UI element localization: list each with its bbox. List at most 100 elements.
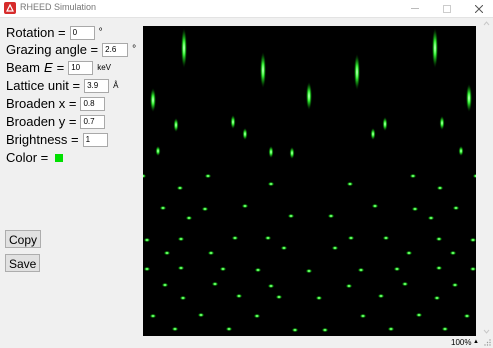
diffraction-spot bbox=[197, 312, 205, 318]
diffraction-spot bbox=[469, 237, 476, 243]
color-swatch[interactable] bbox=[55, 153, 64, 162]
save-button[interactable]: Save bbox=[5, 254, 41, 272]
scrollbar-track bbox=[483, 21, 490, 334]
diffraction-spot bbox=[439, 116, 445, 130]
diffraction-spot bbox=[371, 203, 379, 209]
diffraction-spot bbox=[264, 235, 272, 241]
broaden-y-input[interactable] bbox=[80, 114, 106, 129]
minimize-icon bbox=[411, 7, 419, 9]
close-button[interactable] bbox=[468, 0, 490, 17]
diffraction-spot bbox=[204, 173, 212, 179]
diffraction-spot bbox=[321, 327, 329, 333]
diffraction-spots bbox=[143, 28, 476, 333]
diffraction-spot bbox=[377, 293, 385, 299]
diffraction-spot bbox=[231, 235, 239, 241]
diffraction-spot bbox=[163, 250, 171, 256]
vertical-scrollbar[interactable] bbox=[480, 17, 493, 338]
diffraction-spot bbox=[143, 173, 147, 179]
rotation-unit: ° bbox=[98, 27, 103, 38]
diffraction-spot bbox=[451, 282, 459, 288]
beam-energy-input[interactable] bbox=[68, 60, 94, 75]
brightness-label: Brightness = bbox=[6, 132, 79, 147]
diffraction-spot bbox=[306, 82, 312, 110]
diffraction-spot bbox=[441, 326, 449, 332]
diffraction-spot bbox=[393, 266, 401, 272]
diffraction-spot bbox=[458, 146, 464, 156]
brightness-input[interactable] bbox=[82, 132, 108, 147]
diffraction-spot bbox=[150, 88, 156, 112]
diffraction-spot bbox=[143, 237, 151, 243]
diffraction-spot bbox=[201, 206, 209, 212]
diffraction-spot bbox=[435, 265, 443, 271]
diffraction-spot bbox=[235, 293, 243, 299]
scroll-up-icon bbox=[483, 21, 490, 26]
scroll-down-icon bbox=[483, 329, 490, 334]
rotation-label: Rotation = bbox=[6, 25, 66, 40]
diffraction-spot bbox=[149, 313, 157, 319]
diffraction-spot bbox=[275, 294, 283, 300]
diffraction-spot bbox=[241, 203, 249, 209]
diffraction-spot bbox=[173, 118, 179, 132]
diffraction-spot bbox=[382, 235, 390, 241]
diffraction-spot bbox=[315, 295, 323, 301]
diffraction-spot bbox=[291, 327, 299, 333]
diffraction-spot bbox=[432, 28, 438, 68]
rheed-pattern bbox=[143, 28, 476, 333]
diffraction-spot bbox=[387, 326, 395, 332]
zoom-dropdown-icon[interactable]: ▲ bbox=[473, 339, 479, 345]
diffraction-spot bbox=[171, 326, 179, 332]
diffraction-spot bbox=[177, 236, 185, 242]
diffraction-spot bbox=[253, 313, 261, 319]
minimize-button[interactable] bbox=[404, 0, 426, 17]
color-row: Color = bbox=[6, 150, 64, 165]
diffraction-spot bbox=[472, 173, 476, 179]
diffraction-spot bbox=[345, 283, 353, 289]
grazing-angle-input[interactable] bbox=[102, 42, 129, 57]
diffraction-spot bbox=[159, 205, 167, 211]
broaden-x-row: Broaden x = bbox=[6, 96, 106, 111]
grazing-angle-unit: ° bbox=[132, 44, 137, 55]
diffraction-spot bbox=[436, 185, 444, 191]
diffraction-spot bbox=[359, 313, 367, 319]
rheed-pattern-canvas bbox=[143, 26, 476, 336]
lattice-unit-input[interactable] bbox=[84, 78, 110, 93]
diffraction-spot bbox=[287, 213, 295, 219]
lattice-unit-label: Lattice unit = bbox=[6, 78, 81, 93]
diffraction-spot bbox=[185, 215, 193, 221]
diffraction-spot bbox=[280, 245, 288, 251]
rotation-input[interactable] bbox=[69, 25, 95, 40]
lattice-unit-unit: Å bbox=[113, 81, 119, 90]
broaden-y-label: Broaden y = bbox=[6, 114, 77, 129]
resize-grip-icon[interactable] bbox=[484, 339, 491, 346]
copy-button[interactable]: Copy bbox=[5, 230, 42, 248]
color-label: Color = bbox=[6, 150, 49, 165]
diffraction-spot bbox=[411, 206, 419, 212]
diffraction-spot bbox=[452, 205, 460, 211]
diffraction-spot bbox=[409, 173, 417, 179]
diffraction-spot bbox=[401, 281, 409, 287]
maximize-icon bbox=[443, 4, 451, 13]
beam-energy-row: Beam E = keV bbox=[6, 60, 111, 75]
diffraction-spot bbox=[211, 281, 219, 287]
maximize-button[interactable] bbox=[436, 0, 458, 17]
beam-equals: = bbox=[56, 60, 65, 75]
brightness-row: Brightness = bbox=[6, 132, 108, 147]
diffraction-spot bbox=[242, 128, 248, 140]
broaden-x-input[interactable] bbox=[80, 96, 106, 111]
diffraction-spot bbox=[254, 267, 262, 273]
diffraction-spot bbox=[433, 295, 441, 301]
diffraction-spot bbox=[427, 215, 435, 221]
diffraction-spot bbox=[177, 265, 185, 271]
diffraction-spot bbox=[176, 185, 184, 191]
broaden-y-row: Broaden y = bbox=[6, 114, 106, 129]
diffraction-spot bbox=[405, 250, 413, 256]
zoom-level: 100% bbox=[451, 338, 472, 347]
grazing-angle-row: Grazing angle = ° bbox=[6, 42, 136, 57]
diffraction-spot bbox=[207, 250, 215, 256]
diffraction-spot bbox=[327, 213, 335, 219]
diffraction-spot bbox=[370, 128, 376, 140]
diffraction-spot bbox=[219, 266, 227, 272]
diffraction-spot bbox=[267, 181, 275, 187]
diffraction-spot bbox=[331, 245, 339, 251]
diffraction-spot bbox=[469, 266, 476, 272]
